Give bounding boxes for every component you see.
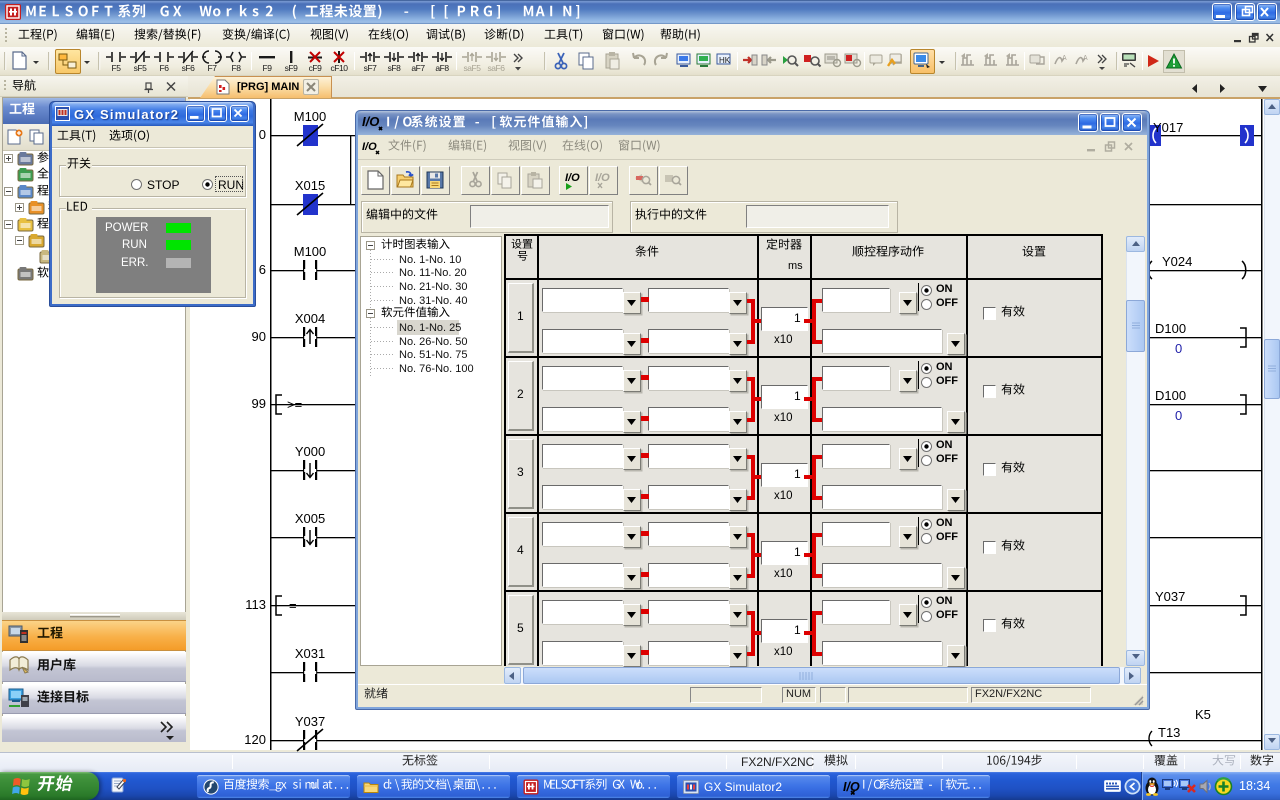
svg-text:I/O: I/O	[565, 172, 580, 184]
svg-text:Y037: Y037	[1155, 589, 1185, 604]
svg-text:6: 6	[259, 262, 266, 277]
svg-text:=: =	[289, 598, 297, 613]
svg-text:90: 90	[252, 329, 266, 344]
svg-text:X004: X004	[295, 311, 325, 326]
svg-text:A: A	[1062, 55, 1067, 62]
svg-text:0: 0	[259, 127, 266, 142]
svg-text:M100: M100	[294, 109, 327, 124]
svg-text:Y017: Y017	[1153, 120, 1183, 135]
svg-text:A: A	[1083, 55, 1088, 62]
svg-text:99: 99	[252, 396, 266, 411]
svg-text:X005: X005	[295, 511, 325, 526]
svg-text:Y037: Y037	[295, 714, 325, 729]
svg-text:D100: D100	[1155, 388, 1186, 403]
svg-text:X031: X031	[295, 646, 325, 661]
svg-text:120: 120	[244, 732, 266, 747]
svg-text:I/O: I/O	[362, 141, 377, 153]
svg-text:D100: D100	[1155, 321, 1186, 336]
svg-text:X015: X015	[295, 178, 325, 193]
svg-text:Y000: Y000	[295, 444, 325, 459]
svg-text:113: 113	[245, 597, 266, 612]
svg-text:T13: T13	[1158, 725, 1180, 740]
svg-text:M100: M100	[294, 244, 327, 259]
svg-text:>=: >=	[287, 397, 302, 412]
svg-text:K5: K5	[1195, 707, 1211, 722]
svg-text:0: 0	[1175, 341, 1182, 356]
svg-text:0: 0	[1175, 408, 1182, 423]
svg-text:Y024: Y024	[1162, 254, 1192, 269]
svg-text:I/O: I/O	[595, 172, 610, 184]
svg-text:HK: HK	[719, 56, 731, 65]
svg-text:I/O: I/O	[362, 114, 379, 129]
